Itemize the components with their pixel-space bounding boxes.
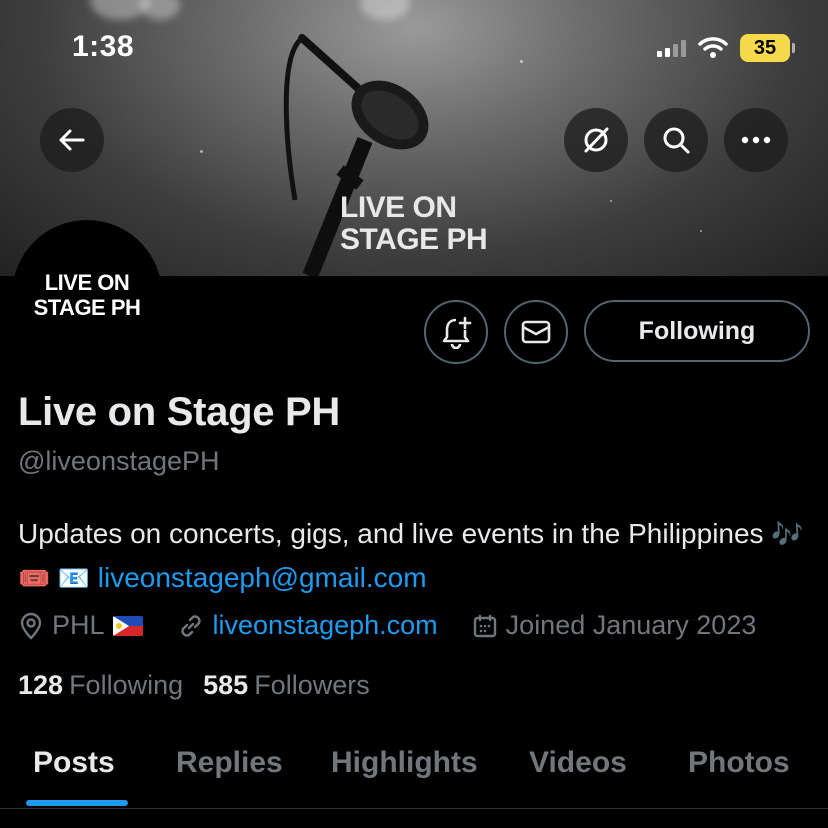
banner-speck: [610, 200, 612, 202]
grok-button[interactable]: [564, 108, 628, 172]
search-icon: [663, 127, 690, 154]
notifications-button[interactable]: [424, 300, 488, 364]
location-item: PHL: [18, 610, 143, 641]
avatar-logo-line1: LIVE ON: [44, 270, 130, 295]
profile-handle: @liveonstagePH: [18, 446, 220, 476]
banner-speck: [520, 60, 523, 63]
banner-logo: LIVE ON STAGE PH: [340, 191, 488, 256]
banner-speck: [700, 230, 702, 232]
profile-meta: PHL liveonstageph.com Joined January 202…: [18, 610, 790, 641]
banner-bokeh: [140, 0, 180, 20]
followers-count: 585: [203, 670, 249, 700]
mail-icon: [521, 320, 551, 344]
location-text: PHL: [52, 610, 105, 640]
tab-videos[interactable]: Videos: [529, 746, 627, 780]
following-button[interactable]: Following: [584, 300, 810, 362]
followers-stat[interactable]: 585 Followers: [203, 670, 370, 701]
profile-bio: Updates on concerts, gigs, and live even…: [18, 512, 818, 600]
avatar-logo: LIVE ON STAGE PH: [34, 270, 141, 320]
banner-logo-line2: STAGE PH: [340, 223, 488, 256]
location-pin-icon: [20, 612, 42, 640]
grok-icon: [584, 127, 609, 153]
profile-avatar[interactable]: LIVE ON STAGE PH: [12, 220, 162, 370]
tab-photos[interactable]: Photos: [688, 746, 790, 780]
website-item[interactable]: liveonstageph.com: [177, 610, 438, 641]
website-link[interactable]: liveonstageph.com: [213, 610, 438, 641]
following-count: 128: [18, 670, 64, 700]
battery-indicator: 35: [740, 34, 795, 62]
search-button[interactable]: [644, 108, 708, 172]
tab-replies[interactable]: Replies: [176, 746, 283, 780]
status-time: 1:38: [72, 30, 135, 63]
profile-stats: 128 Following 585 Followers: [18, 670, 370, 701]
followers-label: Followers: [254, 670, 370, 700]
avatar-logo-line2: STAGE PH: [33, 295, 141, 320]
following-stat[interactable]: 128 Following: [18, 670, 183, 701]
calendar-icon: [473, 614, 496, 637]
bio-text: Updates on concerts, gigs, and live even…: [18, 518, 764, 549]
banner-speck: [200, 150, 203, 153]
joined-text: Joined January 2023: [505, 610, 757, 640]
following-label: Following: [69, 670, 184, 700]
tab-posts[interactable]: Posts: [33, 746, 115, 780]
tab-highlights[interactable]: Highlights: [331, 746, 478, 780]
more-options-button[interactable]: [724, 108, 788, 172]
banner-logo-line1: LIVE ON: [340, 191, 457, 224]
philippines-flag-icon: [112, 615, 143, 636]
banner-bokeh: [360, 0, 410, 20]
back-button[interactable]: [40, 108, 104, 172]
tabs-divider: [0, 808, 828, 809]
profile-tabs: Posts Replies Highlights Videos Photos: [0, 738, 828, 810]
wifi-icon: [698, 37, 728, 58]
back-arrow-icon: [59, 129, 85, 151]
bio-email-link[interactable]: liveonstageph@gmail.com: [98, 562, 427, 593]
link-icon: [180, 614, 201, 637]
bell-plus-icon: [442, 316, 472, 349]
more-dots-icon: [741, 136, 771, 144]
joined-item: Joined January 2023: [472, 610, 757, 641]
active-tab-indicator: [26, 800, 128, 806]
cellular-signal-icon: [657, 39, 686, 57]
message-button[interactable]: [504, 300, 568, 364]
profile-name: Live on Stage PH: [18, 390, 340, 434]
status-icons: 35: [657, 34, 795, 62]
